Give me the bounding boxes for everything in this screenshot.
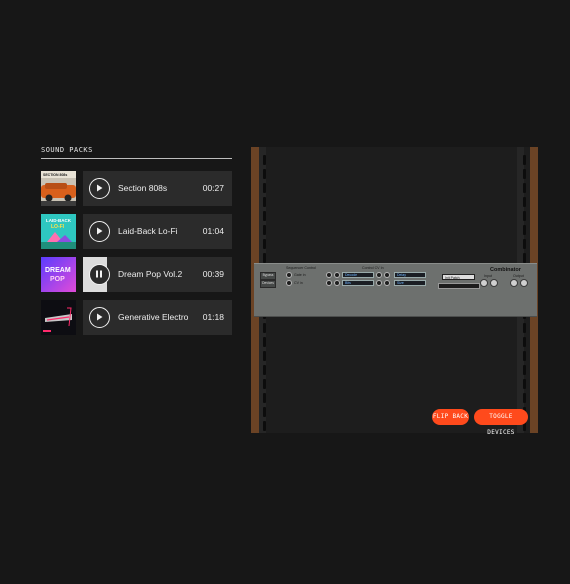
output-jack-left[interactable] (510, 279, 518, 287)
rack-mount-hole (263, 379, 266, 389)
pack-name: Section 808s (118, 183, 168, 193)
rack-mount-hole (523, 393, 526, 403)
bypass-button[interactable]: Bypass (260, 272, 276, 280)
rack-mount-hole (263, 197, 266, 207)
cover-section-808s[interactable]: SECTION 808s (41, 171, 76, 206)
rack-mount-hole (523, 337, 526, 347)
pack-name: Laid-Back Lo-Fi (118, 226, 178, 236)
sound-packs-divider (41, 158, 232, 159)
rotary-select[interactable]: Bits (342, 280, 374, 286)
knob[interactable] (326, 272, 332, 278)
rack-mount-hole (263, 183, 266, 193)
cover-laid-back-lofi[interactable]: LAID-BACK LO-FI (41, 214, 76, 249)
rack-mount-hole (263, 225, 266, 235)
pack-duration: 00:27 (202, 183, 224, 193)
rotary-select[interactable]: Delay (394, 272, 426, 278)
sound-pack-card-active[interactable]: Dream Pop Vol.2 00:39 (83, 257, 232, 292)
knob[interactable] (376, 272, 382, 278)
rack-mount-hole (523, 253, 526, 263)
play-button[interactable] (89, 178, 110, 199)
rack-mount-hole (263, 393, 266, 403)
devices-button[interactable]: Devices (260, 280, 276, 288)
pack-name: Dream Pop Vol.2 (118, 269, 183, 279)
svg-text:SECTION 808s: SECTION 808s (43, 173, 67, 177)
rotary-select[interactable]: Decode (342, 272, 374, 278)
svg-text:POP: POP (50, 276, 65, 283)
gate-in-jack[interactable] (286, 272, 292, 278)
cover-dream-pop[interactable]: DREAM POP (41, 257, 76, 292)
rack-mount-hole (523, 323, 526, 333)
rack-mount-hole (263, 155, 266, 165)
svg-text:LO-FI: LO-FI (51, 224, 65, 230)
rack-mount-hole (523, 197, 526, 207)
rack-mount-hole (523, 225, 526, 235)
knob[interactable] (326, 280, 332, 286)
cv-in-label: CV in (294, 281, 303, 285)
rack-mount-hole (263, 421, 266, 431)
pack-duration: 01:18 (202, 312, 224, 322)
toggle-devices-button[interactable]: TOGGLE DEVICES (474, 409, 528, 436)
rack-mount-hole (263, 239, 266, 249)
input-jack-right[interactable] (490, 279, 498, 287)
rack-mount-hole (263, 365, 266, 375)
patch-browser-bar[interactable] (438, 283, 480, 289)
play-button[interactable] (89, 307, 110, 328)
rack-mount-hole (523, 351, 526, 361)
svg-text:LAID-BACK: LAID-BACK (46, 218, 72, 223)
rack-mount-hole (263, 253, 266, 263)
rack-mount-hole (523, 169, 526, 179)
sequencer-control-label: Sequencer Control (286, 266, 316, 270)
device-name: Combinator (490, 267, 521, 273)
input-jack-left[interactable] (480, 279, 488, 287)
rack-mount-hole (523, 211, 526, 221)
rack-mount-hole (263, 211, 266, 221)
output-label: Output (513, 274, 524, 278)
sound-pack-card[interactable]: Laid-Back Lo-Fi 01:04 (83, 214, 232, 249)
rack-mount-hole (523, 183, 526, 193)
sound-packs-title: SOUND PACKS (41, 146, 93, 154)
svg-text:DREAM: DREAM (45, 267, 71, 274)
patch-name-display[interactable]: Init Patch (442, 274, 475, 280)
play-button[interactable] (89, 221, 110, 242)
rack-mount-hole (523, 379, 526, 389)
flip-back-button[interactable]: FLIP BACK (432, 409, 469, 425)
gate-in-label: Gate in (294, 273, 306, 277)
pause-icon (96, 270, 102, 278)
sound-pack-card[interactable]: Generative Electro 01:18 (83, 300, 232, 335)
rack-mount-hole (263, 351, 266, 361)
pause-button[interactable] (89, 264, 110, 285)
rack-mount-hole (523, 155, 526, 165)
pack-name: Generative Electro (118, 312, 189, 322)
rack-mount-hole (523, 365, 526, 375)
output-jack-right[interactable] (520, 279, 528, 287)
knob[interactable] (384, 272, 390, 278)
play-icon (97, 184, 103, 192)
pack-duration: 00:39 (202, 269, 224, 279)
pack-duration: 01:04 (202, 226, 224, 236)
rack-mount-hole (263, 407, 266, 417)
sound-pack-card[interactable]: Section 808s 00:27 (83, 171, 232, 206)
play-icon (97, 313, 103, 321)
rack-mount-hole (523, 239, 526, 249)
control-cv-label: Control CV In (362, 266, 384, 270)
rack-mount-hole (263, 169, 266, 179)
knob[interactable] (376, 280, 382, 286)
input-label: Input (484, 274, 492, 278)
combinator-device[interactable]: Sequencer Control Bypass Devices Gate in… (254, 263, 537, 317)
rotary-select[interactable]: Size (394, 280, 426, 286)
knob[interactable] (384, 280, 390, 286)
cv-in-jack[interactable] (286, 280, 292, 286)
rack-mount-hole (263, 323, 266, 333)
cover-generative-electro[interactable] (41, 300, 76, 335)
knob[interactable] (334, 272, 340, 278)
play-icon (97, 227, 103, 235)
rack-mount-hole (263, 337, 266, 347)
knob[interactable] (334, 280, 340, 286)
